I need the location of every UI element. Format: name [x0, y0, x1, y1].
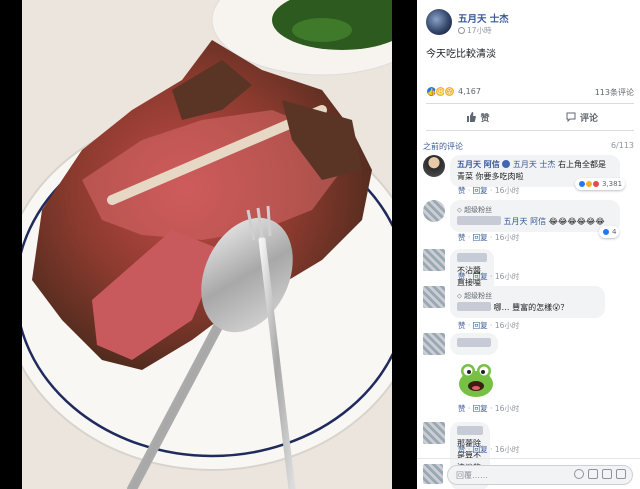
comment-reply-link[interactable]: 回复: [473, 272, 488, 281]
commenter-avatar[interactable]: [423, 155, 445, 177]
comment-reaction-count: 4: [612, 228, 617, 236]
comment-like-link[interactable]: 赞: [458, 321, 466, 330]
comment-reply-link[interactable]: 回复: [473, 233, 488, 242]
comment-text: 哪… 豐富的怎樣😮？: [493, 303, 569, 312]
my-avatar: [423, 464, 443, 484]
globe-icon: [458, 27, 465, 34]
comment-count[interactable]: 113条评论: [595, 87, 634, 98]
photo-viewer: [0, 0, 417, 489]
comment-time: 16小时: [494, 272, 520, 281]
comment-bubble: ⬦ 超级粉丝 哪… 豐富的怎樣😮？: [450, 286, 605, 318]
commenter-avatar[interactable]: [423, 422, 445, 444]
super-fan-badge: ⬦ 超级粉丝: [457, 206, 493, 214]
comment-bubble: ⬦ 超级粉丝 五月天 阿信 😂😂😂😂😂😂: [450, 200, 620, 232]
emoji-icon[interactable]: [574, 469, 584, 479]
thumbs-up-icon: [467, 112, 477, 122]
blurred-name: [457, 216, 501, 225]
reaction-count: 4,167: [458, 87, 481, 96]
commenter-avatar[interactable]: [423, 249, 445, 271]
blurred-name: [457, 426, 483, 435]
comment-reactions[interactable]: 4: [599, 226, 620, 238]
comment-reaction-count: 3,381: [602, 180, 623, 188]
commenter-avatar[interactable]: [423, 333, 445, 355]
post-caption: 今天吃比較清淡: [426, 49, 496, 60]
super-fan-badge-label: 超级粉丝: [464, 206, 493, 214]
comment-reply-link[interactable]: 回复: [473, 404, 488, 413]
post-time-text: 17小時: [467, 26, 492, 35]
comment-button[interactable]: 评论: [530, 104, 634, 130]
comment-input-placeholder: 回覆……: [456, 471, 488, 480]
comment-composer: 回覆……: [417, 458, 640, 489]
comment-time: 16小时: [494, 186, 520, 195]
verified-icon: [502, 160, 511, 168]
comment-meta: 赞 · 回复 · 16小时: [458, 272, 520, 281]
post-photo[interactable]: [22, 0, 392, 489]
steak-illustration: [22, 0, 392, 489]
comment-icon: [566, 112, 576, 122]
comment-meta: 赞 · 回复 · 16小时: [458, 186, 520, 195]
action-bar: 赞 评论: [426, 103, 634, 131]
sticker-icon[interactable]: [616, 469, 626, 479]
comment-bubble: [450, 333, 498, 355]
blurred-name: [457, 338, 491, 347]
like-reaction-icon: [602, 228, 610, 236]
mention-link[interactable]: 五月天 阿信: [504, 217, 547, 226]
comment-reactions[interactable]: 3,381: [575, 178, 626, 190]
commenter-avatar[interactable]: [423, 286, 445, 308]
comment-text: 😂😂😂😂😂😂: [548, 217, 605, 226]
wow-reaction-icon: 😮: [444, 86, 455, 97]
comment-reply-link[interactable]: 回复: [473, 445, 488, 454]
author-avatar[interactable]: [426, 9, 452, 35]
love-reaction-icon: [592, 180, 600, 188]
comment-input[interactable]: 回覆……: [447, 465, 633, 485]
like-button-label: 赞: [480, 113, 490, 124]
blurred-name: [457, 253, 487, 262]
commenter-name[interactable]: 五月天 阿信: [457, 160, 500, 169]
comment-reply-link[interactable]: 回复: [473, 186, 488, 195]
mention-link[interactable]: 五月天 士杰: [513, 160, 556, 169]
super-fan-badge-label: 超级粉丝: [464, 292, 493, 300]
composer-icons: [574, 469, 626, 479]
blurred-name: [457, 302, 491, 311]
previous-comments-link[interactable]: 之前的评论: [423, 141, 463, 152]
super-fan-badge: ⬦ 超级粉丝: [457, 292, 493, 300]
comments-panel: 五月天 士杰 17小時 今天吃比較清淡 👍 😆 😮 4,167 113条评论 赞…: [417, 0, 640, 489]
comment-like-link[interactable]: 赞: [458, 404, 466, 413]
like-button[interactable]: 赞: [426, 104, 530, 130]
comment-meta: 赞 · 回复 · 16小时: [458, 321, 520, 330]
comment-time: 16小时: [494, 233, 520, 242]
camera-icon[interactable]: [588, 469, 598, 479]
comment-like-link[interactable]: 赞: [458, 233, 466, 242]
comment-time: 16小时: [494, 445, 520, 454]
comment-time: 16小时: [494, 321, 520, 330]
commenter-avatar[interactable]: [423, 200, 445, 222]
comment-meta: 赞 · 回复 · 16小时: [458, 233, 520, 242]
comment-time: 16小时: [494, 404, 520, 413]
author-name[interactable]: 五月天 士杰: [458, 11, 509, 25]
comment-like-link[interactable]: 赞: [458, 272, 466, 281]
comment-pager: 6/113: [610, 141, 634, 150]
reaction-summary[interactable]: 👍 😆 😮 4,167: [426, 86, 481, 97]
comment-reply-link[interactable]: 回复: [473, 321, 488, 330]
comment-like-link[interactable]: 赞: [458, 186, 466, 195]
post-time[interactable]: 17小時: [458, 25, 492, 36]
comment-button-label: 评论: [579, 113, 598, 124]
comment-meta: 赞 · 回复 · 16小时: [458, 404, 520, 413]
comment-meta: 赞 · 回复 · 16小时: [458, 445, 520, 454]
gif-icon[interactable]: [602, 469, 612, 479]
frog-sticker: [459, 364, 493, 397]
comment-like-link[interactable]: 赞: [458, 445, 466, 454]
